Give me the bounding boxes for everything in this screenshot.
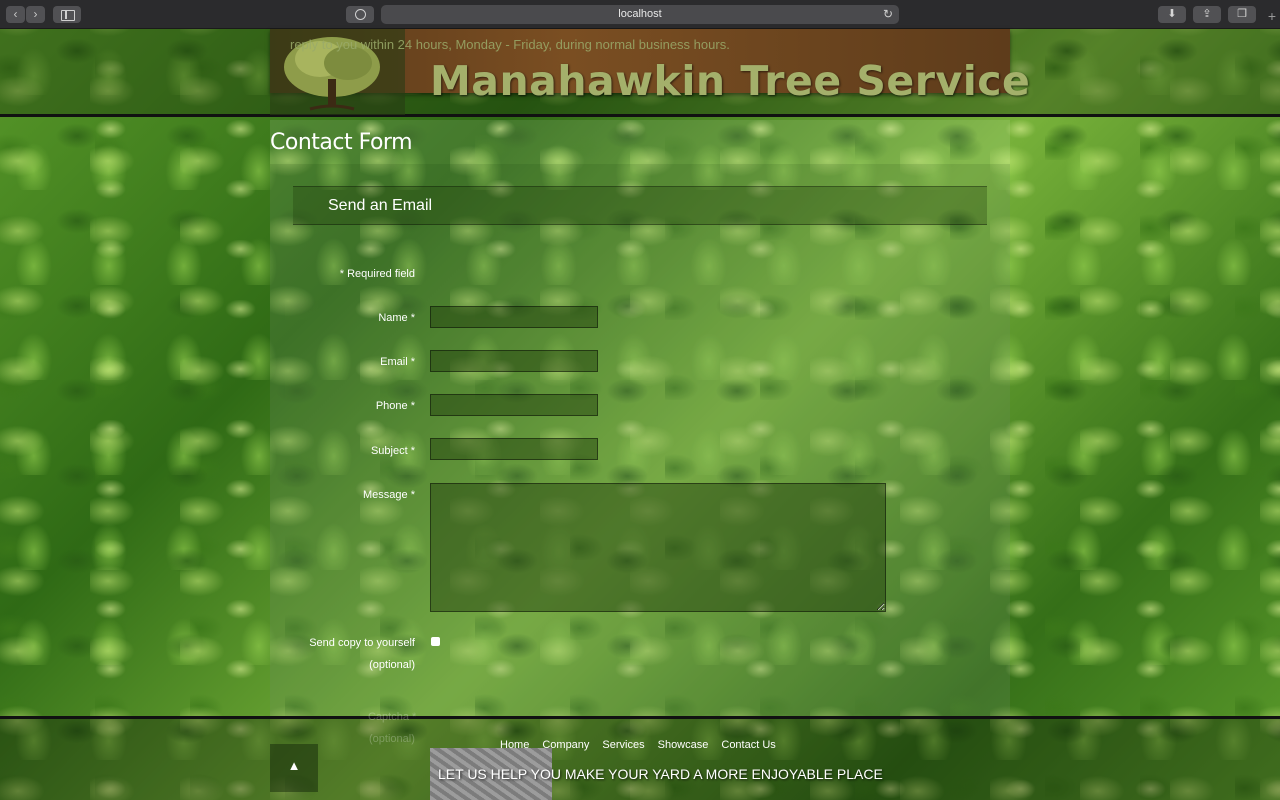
footer-tagline: LET US HELP YOU MAKE YOUR YARD A MORE EN… (438, 766, 883, 782)
email-label: Email * (380, 356, 415, 368)
captcha-optional-label: (optional) (369, 733, 415, 745)
captcha-label: Captcha * (368, 711, 417, 723)
share-button[interactable]: ⇪ (1193, 6, 1221, 23)
message-field[interactable] (430, 483, 886, 612)
subject-field[interactable] (430, 438, 598, 460)
name-field[interactable] (430, 306, 598, 328)
form-legend-text: Send an Email (328, 197, 433, 214)
subject-label: Subject * (370, 445, 415, 457)
browser-toolbar: ‹ › localhost ↻ ⬇ ⇪ ❐ + (0, 0, 1280, 29)
phone-field[interactable] (430, 394, 598, 416)
download-icon: ⬇ (1167, 8, 1177, 20)
arrow-up-icon: ▲ (287, 758, 301, 773)
copy-optional-label: (optional) (369, 659, 415, 671)
new-tab-button[interactable]: + (1268, 9, 1276, 23)
required-note: * Required field (339, 268, 415, 280)
copy-label: Send copy to yourself (309, 637, 415, 649)
name-label: Name * (378, 312, 415, 324)
url-text: localhost (618, 8, 662, 20)
downloads-button[interactable]: ⬇ (1158, 6, 1186, 23)
header-tagline: reply to you within 24 hours, Monday - F… (290, 37, 730, 52)
address-bar[interactable]: localhost ↻ (381, 5, 899, 24)
email-field[interactable] (430, 350, 598, 372)
back-to-top-button[interactable]: ▲ (270, 744, 318, 792)
page-title: Contact Form (270, 130, 413, 155)
site-header: reply to you within 24 hours, Monday - F… (0, 29, 1280, 117)
share-icon: ⇪ (1202, 8, 1212, 20)
tabs-overview-button[interactable]: ❐ (1228, 6, 1256, 23)
main-content: Contact Form Send an Email (270, 120, 1010, 716)
forward-button[interactable]: › (26, 6, 45, 23)
privacy-report-button[interactable] (346, 6, 374, 23)
chevron-left-icon: ‹ (13, 7, 18, 21)
message-label: Message * (363, 489, 415, 501)
tabs-icon: ❐ (1237, 8, 1247, 20)
sidebar-toggle-button[interactable] (53, 6, 81, 23)
site-title[interactable]: Manahawkin Tree Service (430, 57, 1030, 105)
contact-form (270, 164, 1010, 716)
phone-label: Phone * (375, 400, 415, 412)
back-button[interactable]: ‹ (6, 6, 25, 23)
site-footer: Home Company Services Showcase Contact U… (0, 716, 1280, 800)
form-legend: Send an Email (293, 186, 987, 225)
reload-icon[interactable]: ↻ (883, 5, 893, 24)
footer-link-services[interactable]: Services (602, 739, 644, 751)
chevron-right-icon: › (33, 7, 38, 21)
footer-link-contact[interactable]: Contact Us (721, 739, 775, 751)
footer-link-showcase[interactable]: Showcase (658, 739, 709, 751)
send-copy-checkbox[interactable] (431, 637, 440, 646)
